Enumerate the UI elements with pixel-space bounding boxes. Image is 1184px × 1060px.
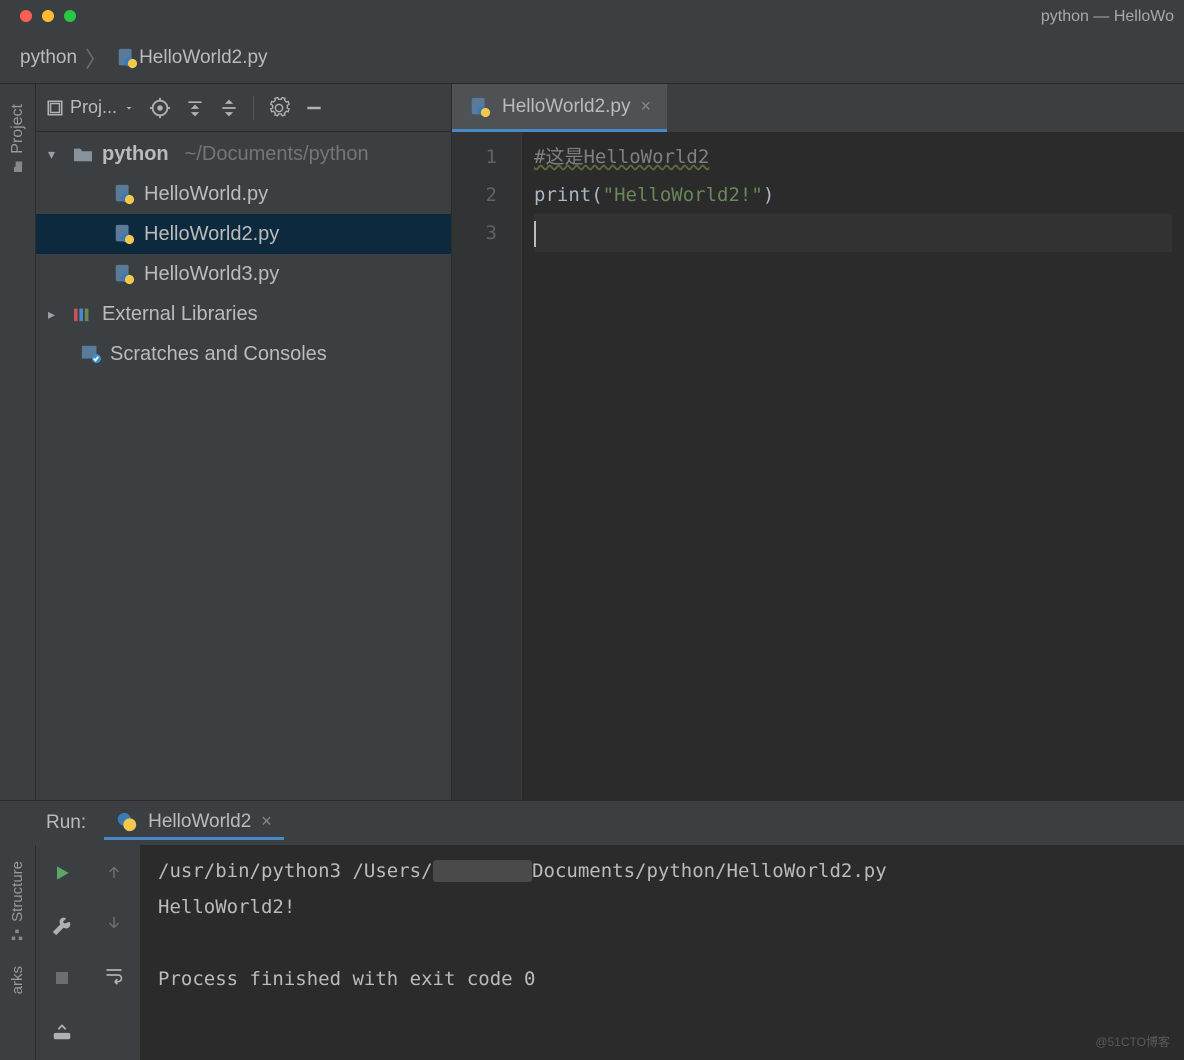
breadcrumb-file[interactable]: HelloWorld2.py <box>139 47 267 69</box>
editor-area: HelloWorld2.py × 1 2 3 #这是HelloWorld2 pr… <box>452 84 1184 800</box>
bottom-panel: Run: HelloWorld2 × Structure arks <box>0 800 1184 1060</box>
run-nav-toolbar <box>88 845 140 1060</box>
arrow-up-icon[interactable] <box>105 863 123 886</box>
editor-body[interactable]: 1 2 3 #这是HelloWorld2 print("HelloWorld2!… <box>452 132 1184 800</box>
project-toolbar: Proj... <box>36 84 451 132</box>
tree-file[interactable]: HelloWorld3.py <box>36 254 451 294</box>
line-number: 3 <box>452 214 497 252</box>
tree-root[interactable]: ▾ python ~/Documents/python <box>36 134 451 174</box>
breadcrumb: python 〉 HelloWorld2.py <box>0 32 1184 84</box>
minimize-window-button[interactable] <box>42 10 54 22</box>
python-file-icon <box>112 222 136 246</box>
arrow-down-icon[interactable] <box>105 914 123 937</box>
chevron-right-icon[interactable]: ▸ <box>48 306 64 323</box>
rail-tab-project[interactable]: Project <box>9 104 27 174</box>
python-file-icon <box>112 262 136 286</box>
project-panel: Proj... ▾ python <box>36 84 452 800</box>
line-number: 2 <box>452 176 497 214</box>
run-label: Run: <box>46 812 86 834</box>
watermark: @51CTO博客 <box>1095 1033 1170 1050</box>
layout-icon[interactable] <box>51 1020 73 1047</box>
soft-wrap-icon[interactable] <box>104 965 124 990</box>
run-tab-bar: Run: HelloWorld2 × <box>0 801 1184 845</box>
tree-external-libraries[interactable]: ▸ External Libraries <box>36 294 451 334</box>
libraries-icon <box>72 305 94 323</box>
left-tool-rail: Project <box>0 84 36 800</box>
wrench-icon[interactable] <box>52 916 72 941</box>
close-run-tab-icon[interactable]: × <box>261 811 272 832</box>
run-icon[interactable] <box>52 863 72 888</box>
tree-root-name: python <box>102 143 169 166</box>
window-title: python — HelloWo <box>1041 8 1174 26</box>
scratches-icon <box>80 344 102 364</box>
text-cursor <box>534 221 536 247</box>
run-tab[interactable]: HelloWorld2 × <box>104 807 284 840</box>
bottom-left-rail: Structure arks <box>0 845 36 1060</box>
toolbar-separator <box>253 96 254 120</box>
code-editor[interactable]: #这是HelloWorld2 print("HelloWorld2!") <box>522 132 1184 800</box>
titlebar: python — HelloWo <box>0 0 1184 32</box>
breadcrumb-sep-icon: 〉 <box>85 42 107 74</box>
code-comment: #这是HelloWorld2 <box>534 146 709 168</box>
chevron-down-icon[interactable]: ▾ <box>48 146 64 163</box>
redacted-text: XXXXXXXX <box>433 860 533 882</box>
gear-icon[interactable] <box>268 97 290 119</box>
close-window-button[interactable] <box>20 10 32 22</box>
python-file-icon <box>112 182 136 206</box>
run-action-toolbar <box>36 845 88 1060</box>
maximize-window-button[interactable] <box>64 10 76 22</box>
stop-icon[interactable] <box>53 969 71 992</box>
hide-icon[interactable] <box>304 98 324 118</box>
python-icon <box>116 811 138 833</box>
close-tab-icon[interactable]: × <box>640 96 651 117</box>
python-file-icon <box>115 46 139 70</box>
line-number: 1 <box>452 138 497 176</box>
editor-tab-label: HelloWorld2.py <box>502 96 630 118</box>
collapse-all-icon[interactable] <box>219 98 239 118</box>
project-view-selector[interactable]: Proj... <box>46 97 135 118</box>
console-output[interactable]: /usr/bin/python3 /Users/XXXXXXXXDocument… <box>140 845 1184 1060</box>
project-tree: ▾ python ~/Documents/python HelloWorld.p… <box>36 132 451 800</box>
editor-tab[interactable]: HelloWorld2.py × <box>452 84 667 132</box>
expand-all-icon[interactable] <box>185 98 205 118</box>
breadcrumb-project[interactable]: python <box>20 47 77 69</box>
tree-root-path: ~/Documents/python <box>185 143 369 166</box>
folder-icon <box>72 145 94 163</box>
rail-tab-arks[interactable]: arks <box>9 966 26 994</box>
rail-tab-structure[interactable]: Structure <box>9 861 26 942</box>
editor-tabs: HelloWorld2.py × <box>452 84 1184 132</box>
tree-file[interactable]: HelloWorld.py <box>36 174 451 214</box>
python-file-icon <box>468 95 492 119</box>
locate-icon[interactable] <box>149 97 171 119</box>
tree-file-selected[interactable]: HelloWorld2.py <box>36 214 451 254</box>
gutter: 1 2 3 <box>452 132 522 800</box>
tree-scratches[interactable]: Scratches and Consoles <box>36 334 451 374</box>
